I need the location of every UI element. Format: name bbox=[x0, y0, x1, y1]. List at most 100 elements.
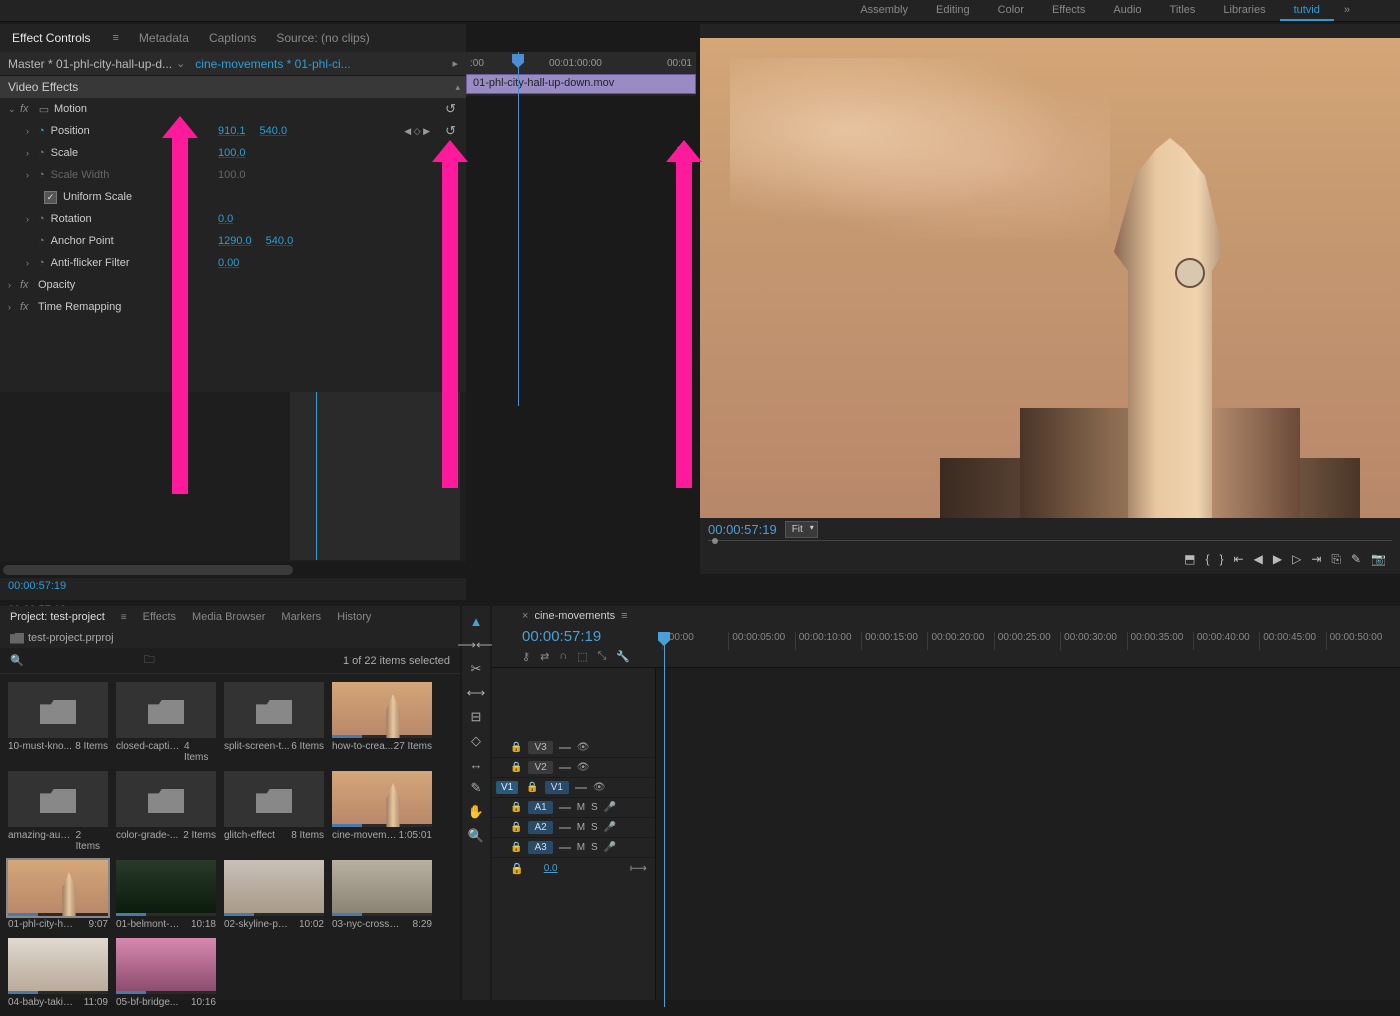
anchor-y[interactable]: 540.0 bbox=[266, 235, 294, 247]
opacity-effect-row[interactable]: › fx Opacity ↺ bbox=[0, 274, 466, 296]
twisty-icon[interactable]: ⌄ bbox=[8, 104, 20, 115]
bin-thumb[interactable] bbox=[116, 860, 216, 916]
twisty-icon[interactable]: › bbox=[26, 126, 38, 136]
zoom-tool[interactable]: 🔍 bbox=[468, 828, 484, 844]
bin-item[interactable]: color-grade-...2 Items bbox=[116, 771, 216, 852]
program-scrubber[interactable] bbox=[708, 540, 1392, 546]
lock-icon[interactable]: 🔒 bbox=[510, 742, 522, 753]
rect-tool[interactable]: ↔ bbox=[470, 757, 483, 772]
stopwatch-icon[interactable]: ◔ bbox=[38, 125, 45, 137]
fx-badge-icon[interactable]: fx bbox=[20, 301, 36, 313]
position-y[interactable]: 540.0 bbox=[260, 125, 288, 137]
track-tag[interactable]: V1 bbox=[545, 781, 569, 794]
solo-icon[interactable]: S bbox=[591, 802, 598, 813]
ws-assembly[interactable]: Assembly bbox=[846, 0, 922, 21]
bin-item[interactable]: 04-baby-takin...11:09 bbox=[8, 938, 108, 1008]
marker-button[interactable]: ⬒ bbox=[1184, 552, 1195, 566]
scrub-bar[interactable] bbox=[116, 991, 216, 994]
bin-item[interactable]: 01-belmont-sli...10:18 bbox=[116, 860, 216, 930]
ws-audio[interactable]: Audio bbox=[1099, 0, 1155, 21]
toggle-icon[interactable] bbox=[559, 847, 571, 849]
track-a1[interactable]: 🔒A1MS🎤 bbox=[492, 798, 655, 818]
search-icon[interactable]: 🔍 bbox=[10, 654, 24, 667]
scrubber-handle[interactable] bbox=[712, 538, 718, 544]
lift-button[interactable]: ⎘ bbox=[1331, 552, 1341, 567]
bin-item[interactable]: 10-must-kno...8 Items bbox=[8, 682, 108, 763]
video-effects-header[interactable]: Video Effects ▴ bbox=[0, 76, 466, 98]
bin-item[interactable]: 05-bf-bridge...10:16 bbox=[116, 938, 216, 1008]
bin-thumb[interactable] bbox=[332, 771, 432, 827]
track-tag[interactable]: A2 bbox=[528, 821, 552, 834]
tab-metadata[interactable]: Metadata bbox=[139, 31, 189, 45]
play-icon[interactable]: ▸ bbox=[452, 57, 458, 70]
toggle-icon[interactable] bbox=[559, 767, 571, 769]
in-button[interactable]: { bbox=[1206, 552, 1210, 566]
twisty-icon[interactable]: › bbox=[8, 302, 20, 312]
chevron-down-icon[interactable]: ⌄ bbox=[176, 57, 185, 70]
settings-icon[interactable]: ⬚ bbox=[577, 650, 587, 663]
twisty-icon[interactable]: › bbox=[26, 148, 38, 158]
scrub-bar[interactable] bbox=[224, 913, 324, 916]
track-v1[interactable]: V1🔒V1👁 bbox=[492, 778, 655, 798]
ec-master-clip[interactable]: Master * 01-phl-city-hall-up-d... bbox=[8, 57, 172, 71]
mic-icon[interactable]: 🎤 bbox=[604, 842, 616, 853]
pen-tool[interactable]: ◇ bbox=[471, 733, 481, 749]
wrench-icon[interactable]: ⤡ bbox=[598, 650, 607, 663]
tab-source[interactable]: Source: (no clips) bbox=[276, 31, 369, 45]
bin-thumb[interactable] bbox=[224, 771, 324, 827]
slip-tool[interactable]: ⊟ bbox=[471, 709, 482, 725]
bin-thumb[interactable] bbox=[8, 771, 108, 827]
toggle-icon[interactable] bbox=[559, 747, 571, 749]
bin-item[interactable]: cine-moveme...1:05:01 bbox=[332, 771, 432, 852]
solo-icon[interactable]: S bbox=[591, 822, 598, 833]
ws-titles[interactable]: Titles bbox=[1156, 0, 1210, 21]
ec-mini-ruler[interactable]: :00 00:01:00:00 00:01 bbox=[466, 52, 696, 74]
scrub-bar[interactable] bbox=[332, 913, 432, 916]
ws-libraries[interactable]: Libraries bbox=[1209, 0, 1279, 21]
mute-icon[interactable]: M bbox=[577, 822, 585, 833]
toggle-icon[interactable] bbox=[575, 787, 587, 789]
ws-effects[interactable]: Effects bbox=[1038, 0, 1099, 21]
reset-icon[interactable]: ↺ bbox=[445, 123, 456, 139]
close-seq-icon[interactable]: × bbox=[522, 610, 528, 622]
sequence-tab[interactable]: × cine-movements ≡ bbox=[492, 606, 1400, 626]
bin-item[interactable]: glitch-effect8 Items bbox=[224, 771, 324, 852]
twisty-icon[interactable]: › bbox=[26, 170, 38, 180]
tab-project[interactable]: Project: test-project bbox=[10, 611, 105, 623]
toggle-icon[interactable] bbox=[559, 827, 571, 829]
bin-thumb[interactable] bbox=[116, 682, 216, 738]
bin-thumb[interactable] bbox=[116, 771, 216, 827]
scrub-bar[interactable] bbox=[332, 735, 432, 738]
toggle-icon[interactable] bbox=[559, 807, 571, 809]
track-a2[interactable]: 🔒A2MS🎤 bbox=[492, 818, 655, 838]
ec-timecode[interactable]: 00:00:57:19 bbox=[8, 580, 66, 592]
bin-thumb[interactable] bbox=[332, 682, 432, 738]
position-x[interactable]: 910.1 bbox=[218, 125, 246, 137]
bin-item[interactable]: how-to-crea...27 Items bbox=[332, 682, 432, 763]
step-back-button[interactable]: ◀ bbox=[1254, 552, 1263, 566]
zoom-fit-dropdown[interactable]: Fit bbox=[785, 521, 818, 538]
tab-effects[interactable]: Effects bbox=[143, 611, 176, 623]
scrub-bar[interactable] bbox=[116, 913, 216, 916]
collapse-icon[interactable]: ▴ bbox=[455, 82, 460, 93]
track-select-tool[interactable]: ⟶⟵ bbox=[457, 637, 494, 653]
project-file-row[interactable]: test-project.prproj bbox=[0, 628, 460, 648]
master-track[interactable]: 🔒0.0⟼ bbox=[492, 858, 655, 878]
io-icon[interactable]: ⟼ bbox=[630, 861, 647, 875]
ec-sequence-clip[interactable]: cine-movements * 01-phl-ci... bbox=[195, 57, 350, 71]
stopwatch-icon[interactable]: ◔ bbox=[38, 147, 45, 159]
bin-thumb[interactable] bbox=[8, 860, 108, 916]
source-patch[interactable]: V1 bbox=[496, 781, 518, 794]
seq-menu-icon[interactable]: ≡ bbox=[621, 610, 627, 622]
eye-icon[interactable]: 👁 bbox=[577, 742, 590, 753]
wrench2-icon[interactable]: 🔧 bbox=[616, 650, 630, 663]
export-frame-button[interactable]: 📷 bbox=[1371, 552, 1386, 566]
hand-tool[interactable]: ✋ bbox=[468, 804, 484, 820]
track-a3[interactable]: 🔒A3MS🎤 bbox=[492, 838, 655, 858]
out-button[interactable]: } bbox=[1220, 552, 1224, 566]
ripple-tool[interactable]: ✂ bbox=[471, 661, 482, 677]
bin-thumb[interactable] bbox=[8, 938, 108, 994]
program-timecode[interactable]: 00:00:57:19 bbox=[708, 522, 777, 537]
ws-tutvid[interactable]: tutvid bbox=[1280, 0, 1334, 21]
bin-thumb[interactable] bbox=[224, 682, 324, 738]
